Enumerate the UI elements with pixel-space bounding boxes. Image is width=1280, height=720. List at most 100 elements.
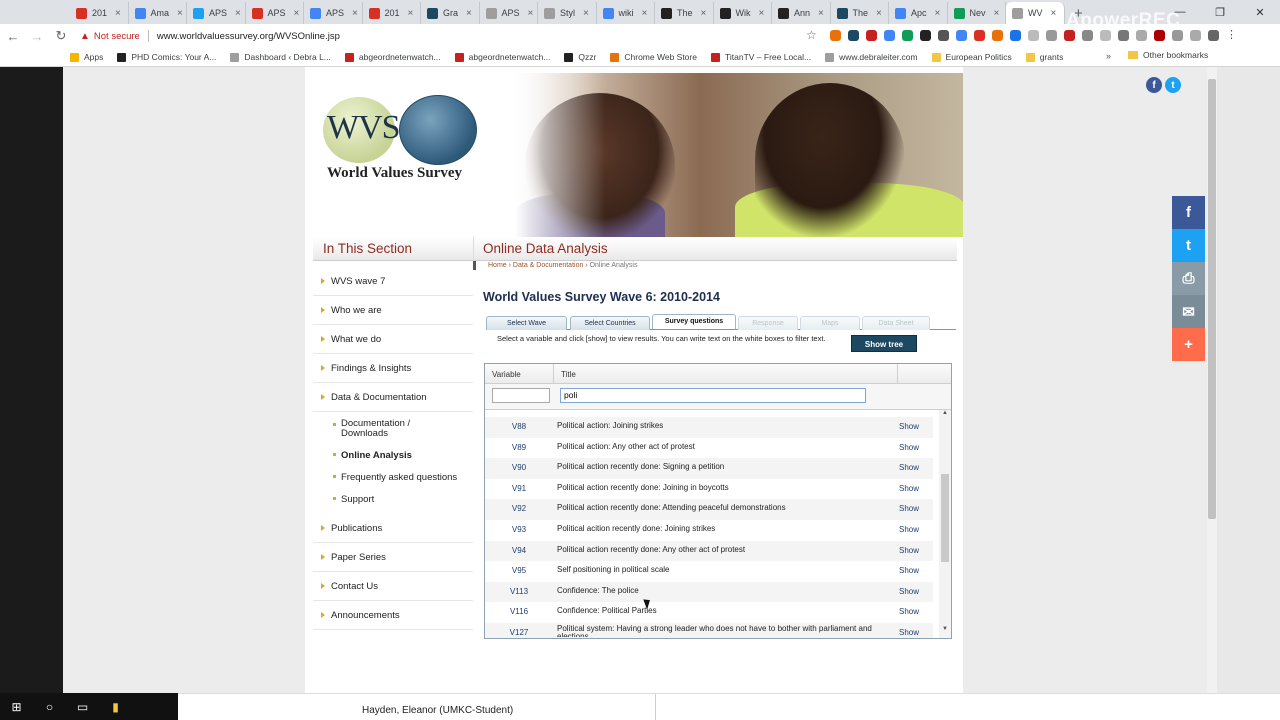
extension-icon[interactable] <box>1028 30 1039 41</box>
browser-tab[interactable]: Gra × <box>421 2 480 24</box>
twitter-share-icon[interactable]: t <box>1172 229 1205 262</box>
minimize-icon[interactable]: — <box>1160 0 1200 24</box>
extension-icon[interactable] <box>920 30 931 41</box>
show-link[interactable]: Show <box>899 422 919 431</box>
task-view-icon[interactable]: ▭ <box>66 700 99 714</box>
sidebar-item[interactable]: Who we are <box>313 296 473 325</box>
sidebar-subitem[interactable]: Frequently asked questions <box>313 466 473 488</box>
tab-close-icon[interactable]: × <box>876 8 882 19</box>
extension-icon[interactable] <box>1208 30 1219 41</box>
windows-start-icon[interactable]: ⊞ <box>0 700 33 714</box>
show-link[interactable]: Show <box>899 566 919 575</box>
browser-tab[interactable]: APS × <box>246 2 304 24</box>
browser-tab[interactable]: APS × <box>187 2 246 24</box>
menu-icon[interactable]: ⋮ <box>1226 30 1237 41</box>
sidebar-item[interactable]: Findings & Insights <box>313 354 473 383</box>
show-link[interactable]: Show <box>899 463 919 472</box>
extension-icon[interactable] <box>1172 30 1183 41</box>
wvs-logo[interactable]: WVS World Values Survey <box>321 95 481 195</box>
extension-icon[interactable] <box>884 30 895 41</box>
browser-tab[interactable]: WV × <box>1006 2 1065 24</box>
browser-tab[interactable]: The × <box>655 2 714 24</box>
show-tree-button[interactable]: Show tree <box>851 335 917 352</box>
browser-tab[interactable]: 201 × <box>363 2 421 24</box>
show-link[interactable]: Show <box>899 628 919 637</box>
sidebar-subitem[interactable]: Documentation / Downloads <box>313 414 473 444</box>
extension-icon[interactable] <box>830 30 841 41</box>
restore-icon[interactable]: ❐ <box>1200 0 1240 24</box>
twitter-icon[interactable]: t <box>1165 77 1181 93</box>
browser-tab[interactable]: Wik × <box>714 2 772 24</box>
show-link[interactable]: Show <box>899 504 919 513</box>
tab-close-icon[interactable]: × <box>177 8 183 19</box>
browser-tab[interactable]: 201 × <box>70 2 129 24</box>
close-window-icon[interactable]: ✕ <box>1240 0 1280 24</box>
show-link[interactable]: Show <box>899 546 919 555</box>
scroll-down-icon[interactable]: ▼ <box>942 626 948 632</box>
analysis-tab[interactable]: Survey questions <box>652 314 736 329</box>
back-icon[interactable]: ← <box>2 29 24 44</box>
more-share-icon[interactable]: + <box>1172 328 1205 361</box>
tab-close-icon[interactable]: × <box>408 8 414 19</box>
extension-icon[interactable] <box>902 30 913 41</box>
extension-icon[interactable] <box>1082 30 1093 41</box>
tab-close-icon[interactable]: × <box>115 8 121 19</box>
bookmark-item[interactable]: Qzzr <box>564 52 596 62</box>
analysis-tab[interactable]: Select Wave <box>486 316 567 330</box>
bookmark-item[interactable]: Apps <box>70 52 103 62</box>
show-link[interactable]: Show <box>899 443 919 452</box>
breadcrumb-data-documentation[interactable]: Data & Documentation <box>513 262 583 269</box>
sidebar-item[interactable]: What we do <box>313 325 473 354</box>
bookmark-item[interactable]: www.debraleiter.com <box>825 52 918 62</box>
more-bookmarks-icon[interactable]: » <box>1106 51 1111 61</box>
extension-icon[interactable] <box>956 30 967 41</box>
extension-icon[interactable] <box>938 30 949 41</box>
email-icon[interactable]: ✉ <box>1172 295 1205 328</box>
extension-icon[interactable] <box>974 30 985 41</box>
tab-close-icon[interactable]: × <box>642 8 648 19</box>
browser-tab[interactable]: wiki × <box>597 2 655 24</box>
print-icon[interactable]: ⎙ <box>1172 262 1205 295</box>
browser-tab[interactable]: Styl × <box>538 2 597 24</box>
show-link[interactable]: Show <box>899 484 919 493</box>
browser-tab[interactable]: Nev × <box>948 2 1006 24</box>
bookmark-item[interactable]: European Politics <box>931 52 1012 62</box>
tab-close-icon[interactable]: × <box>818 8 824 19</box>
bookmark-star-icon[interactable]: ☆ <box>806 28 817 42</box>
sidebar-item[interactable]: Announcements <box>313 601 473 630</box>
forward-icon[interactable]: → <box>26 29 48 44</box>
extension-icon[interactable] <box>1010 30 1021 41</box>
tab-close-icon[interactable]: × <box>935 8 941 19</box>
address-bar[interactable]: ▲ Not secure www.worldvaluessurvey.org/W… <box>80 26 780 46</box>
page-scrollbar[interactable] <box>1207 67 1217 693</box>
tab-close-icon[interactable]: × <box>235 8 241 19</box>
analysis-tab[interactable]: Select Countries <box>570 316 650 330</box>
sidebar-item[interactable]: Contact Us <box>313 572 473 601</box>
bookmark-item[interactable]: PHD Comics: Your A... <box>117 52 216 62</box>
tab-close-icon[interactable]: × <box>294 8 300 19</box>
bookmark-item[interactable]: Dashboard ‹ Debra L... <box>230 52 331 62</box>
url-text[interactable]: www.worldvaluessurvey.org/WVSOnline.jsp <box>157 31 340 42</box>
browser-tab[interactable]: The × <box>831 2 889 24</box>
table-scrollbar[interactable]: ▲ ▼ <box>939 410 951 638</box>
browser-tab[interactable]: Ann × <box>772 2 831 24</box>
page-scroll-thumb[interactable] <box>1208 79 1216 519</box>
bookmark-item[interactable]: Chrome Web Store <box>610 52 697 62</box>
sidebar-item[interactable]: Publications <box>313 514 473 543</box>
extension-icon[interactable] <box>848 30 859 41</box>
other-bookmarks[interactable]: Other bookmarks <box>1128 50 1208 60</box>
tab-close-icon[interactable]: × <box>583 8 589 19</box>
browser-tab[interactable]: APS × <box>480 2 538 24</box>
extension-icon[interactable] <box>1154 30 1165 41</box>
bookmark-item[interactable]: abgeordnetenwatch... <box>344 52 441 62</box>
extension-icon[interactable] <box>1118 30 1129 41</box>
bookmark-item[interactable]: TitanTV – Free Local... <box>710 52 811 62</box>
sidebar-subitem[interactable]: Online Analysis <box>313 444 473 466</box>
tab-close-icon[interactable]: × <box>466 8 472 19</box>
column-header-title[interactable]: Title <box>561 370 576 379</box>
tab-close-icon[interactable]: × <box>352 8 358 19</box>
browser-tab[interactable]: APS × <box>304 2 363 24</box>
extension-icon[interactable] <box>1046 30 1057 41</box>
show-link[interactable]: Show <box>899 587 919 596</box>
facebook-share-icon[interactable]: f <box>1172 196 1205 229</box>
